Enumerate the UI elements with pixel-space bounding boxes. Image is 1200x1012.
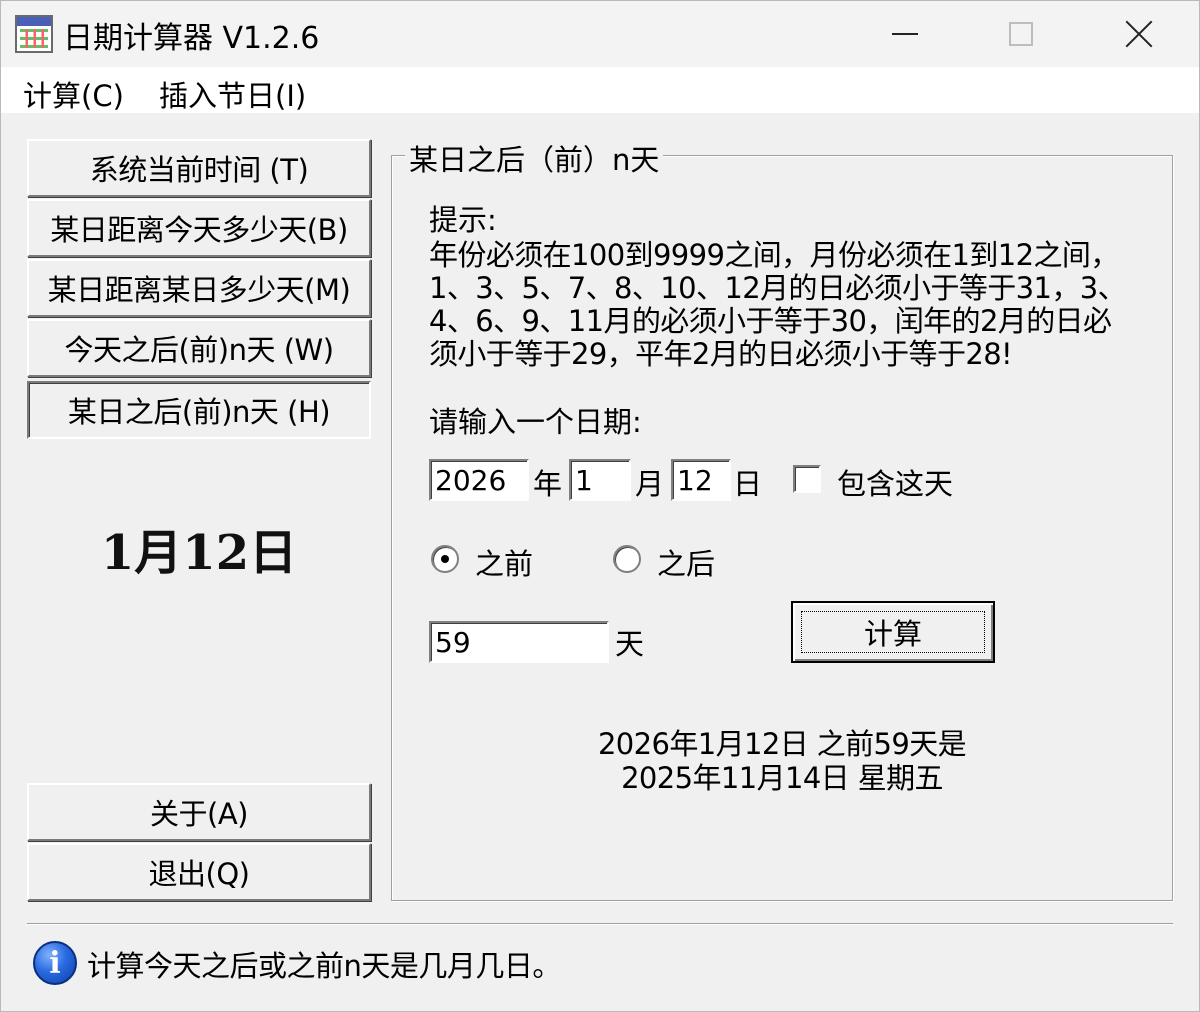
- hint-line: 须小于等于29，平年2月的日必须小于等于28!: [429, 337, 1013, 371]
- info-icon: i: [33, 941, 77, 985]
- days-to-today-button[interactable]: 某日距离今天多少天(B): [27, 199, 371, 257]
- minimize-icon: [892, 33, 918, 35]
- status-separator: [27, 923, 1173, 925]
- close-button[interactable]: [1081, 1, 1197, 67]
- today-plus-n-days-button[interactable]: 今天之后(前)n天 (W): [27, 319, 371, 377]
- maximize-icon: [1009, 22, 1033, 46]
- hint-title: 提示:: [429, 203, 497, 237]
- app-window: 日期计算器 V1.2.6 计算(C) 插入节日(I) 系统当前时间 (T) 某日…: [0, 0, 1200, 1012]
- menu-bar: 计算(C) 插入节日(I): [1, 67, 1199, 113]
- menu-calculate[interactable]: 计算(C): [23, 73, 124, 115]
- minimize-button[interactable]: [847, 1, 963, 67]
- days-unit-label: 天: [615, 627, 645, 661]
- day-unit-label: 日: [733, 467, 763, 501]
- include-day-label[interactable]: 包含这天: [837, 461, 953, 503]
- date-prompt-label: 请输入一个日期:: [429, 405, 642, 439]
- year-unit-label: 年: [533, 467, 563, 501]
- radio-after[interactable]: [613, 545, 641, 573]
- close-icon: [1125, 20, 1153, 48]
- groupbox-title: 某日之后（前）n天: [405, 137, 664, 179]
- about-button[interactable]: 关于(A): [27, 783, 371, 841]
- title-bar[interactable]: 日期计算器 V1.2.6: [1, 1, 1199, 67]
- days-between-dates-button[interactable]: 某日距离某日多少天(M): [27, 259, 371, 317]
- exit-button[interactable]: 退出(Q): [27, 843, 371, 901]
- day-input[interactable]: [671, 459, 731, 501]
- month-input[interactable]: [569, 459, 631, 501]
- status-text: 计算今天之后或之前n天是几月几日。: [87, 949, 561, 983]
- hint-text: 年份必须在100到9999之间，月份必须在1到12之间， 1、3、5、7、8、1…: [429, 238, 1127, 371]
- result-line-2: 2025年11月14日 星期五: [621, 761, 943, 795]
- calculate-button[interactable]: 计算: [791, 601, 995, 663]
- calendar-app-icon: [15, 15, 53, 53]
- hint-line: 年份必须在100到9999之间，月份必须在1到12之间，: [429, 238, 1119, 272]
- date-plus-n-days-button[interactable]: 某日之后(前)n天 (H): [27, 381, 371, 439]
- window-title: 日期计算器 V1.2.6: [63, 21, 320, 56]
- month-unit-label: 月: [635, 467, 665, 501]
- year-input[interactable]: [429, 459, 529, 501]
- days-input[interactable]: [429, 621, 609, 663]
- radio-before-label[interactable]: 之前: [475, 541, 533, 583]
- maximize-button[interactable]: [963, 1, 1079, 67]
- menu-insert-holiday[interactable]: 插入节日(I): [159, 73, 306, 115]
- radio-after-label[interactable]: 之后: [657, 541, 715, 583]
- system-time-button[interactable]: 系统当前时间 (T): [27, 139, 371, 197]
- hint-line: 1、3、5、7、8、10、12月的日必须小于等于31，3、: [429, 271, 1127, 305]
- hint-line: 4、6、9、11月的必须小于等于30，闰年的2月的日必: [429, 304, 1112, 338]
- today-date-display: 1月12日: [100, 525, 298, 581]
- include-day-checkbox[interactable]: [793, 465, 821, 493]
- radio-before[interactable]: [431, 545, 459, 573]
